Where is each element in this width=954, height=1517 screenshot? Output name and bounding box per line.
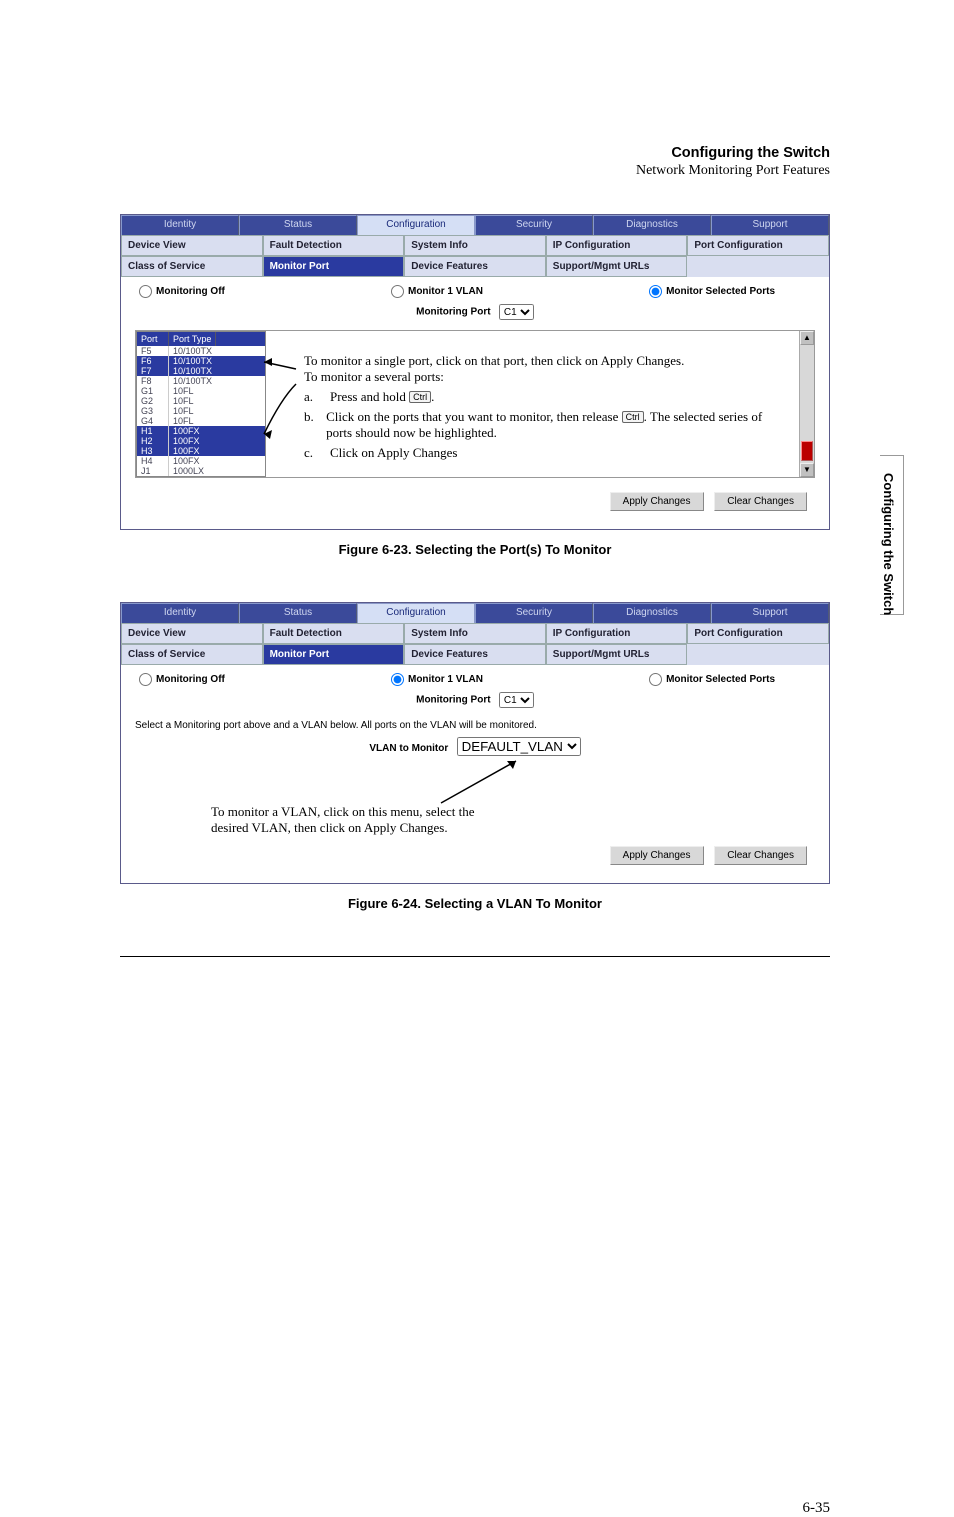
page-number: 6-35 (803, 1500, 831, 1517)
scrollbar[interactable]: ▲ ▼ (799, 331, 814, 477)
tab-identity[interactable]: Identity (121, 215, 239, 235)
col-port-type: Port Type (169, 332, 216, 346)
subtab-support-urls[interactable]: Support/Mgmt URLs (546, 644, 688, 665)
subtab-device-features[interactable]: Device Features (404, 256, 546, 277)
subtab-empty (687, 256, 829, 277)
table-row[interactable]: F510/100TX (137, 346, 265, 356)
subtab-monitor-port[interactable]: Monitor Port (263, 256, 405, 277)
tab-security[interactable]: Security (475, 215, 593, 235)
table-row[interactable]: H4100FX (137, 456, 265, 466)
radio-monitor-ports[interactable]: Monitor Selected Ports (649, 673, 775, 686)
subtab-device-view[interactable]: Device View (121, 235, 263, 256)
subtab-system-info[interactable]: System Info (404, 235, 546, 256)
vlan-instruction-text: Select a Monitoring port above and a VLA… (121, 718, 829, 735)
screenshot-monitor-vlan: Identity Status Configuration Security D… (120, 602, 830, 884)
page-header-subtitle: Network Monitoring Port Features (120, 163, 830, 179)
table-row[interactable]: F810/100TX (137, 376, 265, 386)
subtab-monitor-port[interactable]: Monitor Port (263, 644, 405, 665)
subtab-system-info[interactable]: System Info (404, 623, 546, 644)
figure-caption-2: Figure 6-24. Selecting a VLAN To Monitor (120, 896, 830, 911)
subtab-fault-detection[interactable]: Fault Detection (263, 623, 405, 644)
subtab-device-view[interactable]: Device View (121, 623, 263, 644)
monitoring-port-label: Monitoring Port (416, 695, 490, 706)
subtab-fault-detection[interactable]: Fault Detection (263, 235, 405, 256)
table-row[interactable]: J11000LX (137, 466, 265, 476)
vlan-callout: To monitor a VLAN, click on this menu, s… (211, 804, 501, 836)
tab-status[interactable]: Status (239, 215, 357, 235)
col-port: Port (137, 332, 169, 346)
screenshot-monitor-ports: Identity Status Configuration Security D… (120, 214, 830, 530)
table-row[interactable]: H1100FX (137, 426, 265, 436)
table-row[interactable]: G410FL (137, 416, 265, 426)
annotation-callout: To monitor a single port, click on that … (266, 331, 799, 477)
monitoring-port-select[interactable]: C1 (499, 304, 534, 320)
subtab-support-urls[interactable]: Support/Mgmt URLs (546, 256, 688, 277)
key-ctrl: Ctrl (409, 391, 431, 403)
subtab-cos[interactable]: Class of Service (121, 256, 263, 277)
tab-identity[interactable]: Identity (121, 603, 239, 623)
tab-security[interactable]: Security (475, 603, 593, 623)
tab-configuration[interactable]: Configuration (357, 603, 475, 623)
anno-line1: To monitor a single port, click on that … (304, 353, 787, 369)
port-table[interactable]: Port Port Type F510/100TXF610/100TXF710/… (136, 331, 266, 477)
table-row[interactable]: G210FL (137, 396, 265, 406)
table-row[interactable]: H3100FX (137, 446, 265, 456)
tab-support[interactable]: Support (711, 603, 829, 623)
table-row[interactable]: F610/100TX (137, 356, 265, 366)
scroll-down-icon[interactable]: ▼ (800, 463, 814, 477)
radio-monitor-vlan[interactable]: Monitor 1 VLAN (391, 673, 483, 686)
radio-monitor-ports[interactable]: Monitor Selected Ports (649, 285, 775, 298)
monitoring-port-select[interactable]: C1 (499, 692, 534, 708)
radio-monitoring-off[interactable]: Monitoring Off (139, 285, 225, 298)
apply-changes-button[interactable]: Apply Changes (610, 492, 704, 511)
vlan-to-monitor-label: VLAN to Monitor (369, 743, 448, 754)
key-ctrl: Ctrl (622, 411, 644, 423)
tab-configuration[interactable]: Configuration (357, 215, 475, 235)
tab-diagnostics[interactable]: Diagnostics (593, 215, 711, 235)
subtab-device-features[interactable]: Device Features (404, 644, 546, 665)
scroll-thumb[interactable] (801, 441, 813, 461)
subtab-cos[interactable]: Class of Service (121, 644, 263, 665)
clear-changes-button[interactable]: Clear Changes (714, 846, 807, 865)
subtab-ip-config[interactable]: IP Configuration (546, 623, 688, 644)
apply-changes-button[interactable]: Apply Changes (610, 846, 704, 865)
subtab-empty (687, 644, 829, 665)
scroll-up-icon[interactable]: ▲ (800, 331, 814, 345)
table-row[interactable]: G310FL (137, 406, 265, 416)
subtab-ip-config[interactable]: IP Configuration (546, 235, 688, 256)
tab-status[interactable]: Status (239, 603, 357, 623)
clear-changes-button[interactable]: Clear Changes (714, 492, 807, 511)
page-header-title: Configuring the Switch (120, 145, 830, 161)
radio-monitor-vlan[interactable]: Monitor 1 VLAN (391, 285, 483, 298)
tab-diagnostics[interactable]: Diagnostics (593, 603, 711, 623)
subtab-port-config[interactable]: Port Configuration (687, 623, 829, 644)
side-tab: Configuring the Switch (878, 465, 899, 623)
radio-monitoring-off[interactable]: Monitoring Off (139, 673, 225, 686)
monitoring-port-label: Monitoring Port (416, 307, 490, 318)
anno-line2: To monitor a several ports: (304, 369, 787, 385)
table-row[interactable]: G110FL (137, 386, 265, 396)
subtab-port-config[interactable]: Port Configuration (687, 235, 829, 256)
vlan-select[interactable]: DEFAULT_VLAN (457, 737, 581, 756)
table-row[interactable]: H2100FX (137, 436, 265, 446)
table-row[interactable]: F710/100TX (137, 366, 265, 376)
figure-caption-1: Figure 6-23. Selecting the Port(s) To Mo… (120, 542, 830, 557)
tab-support[interactable]: Support (711, 215, 829, 235)
